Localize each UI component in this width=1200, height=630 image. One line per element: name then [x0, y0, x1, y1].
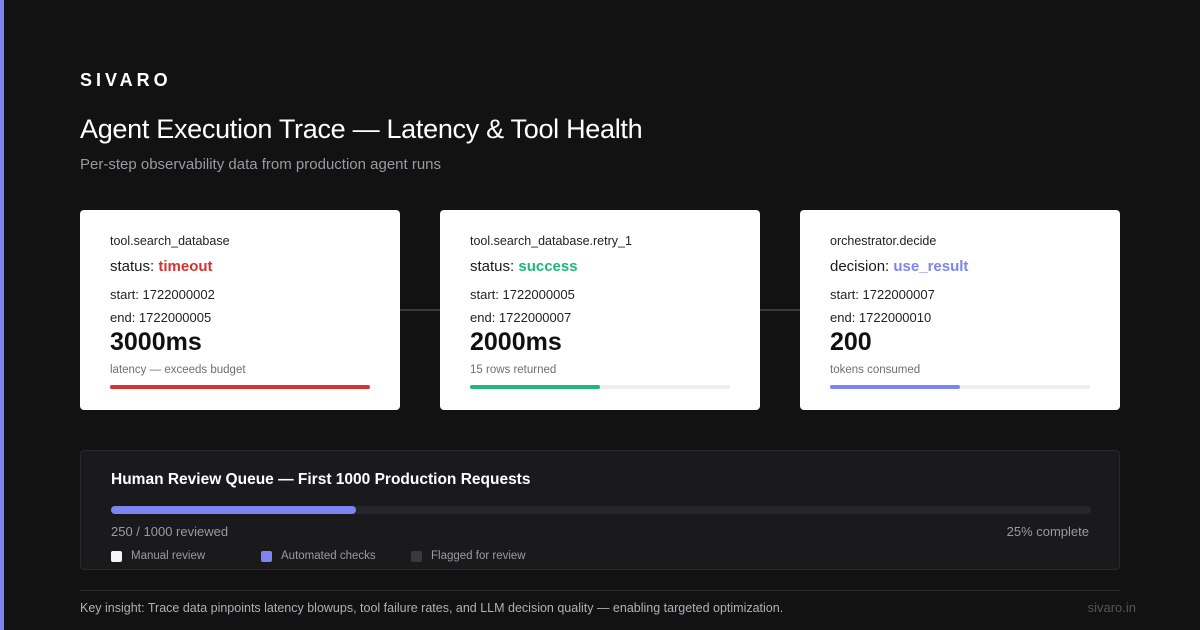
progress-track [110, 385, 370, 389]
step-status: status: success [470, 258, 578, 275]
status-value: timeout [158, 258, 213, 275]
trace-card-search-database-retry: tool.search_database.retry_1 status: suc… [440, 210, 760, 410]
status-label: status: [110, 258, 155, 275]
progress-fill [830, 385, 960, 389]
connector-line [400, 309, 440, 311]
connector-line [760, 309, 800, 311]
start-timestamp: start: 1722000005 [470, 287, 575, 302]
step-name: orchestrator.decide [830, 234, 937, 248]
legend-swatch [111, 550, 122, 562]
metric-caption: tokens consumed [830, 364, 921, 376]
review-queue-panel: Human Review Queue — First 1000 Producti… [80, 450, 1120, 570]
end-timestamp: end: 1722000005 [110, 310, 212, 325]
trace-card-search-database: tool.search_database status: timeout sta… [80, 210, 400, 410]
queue-progress-fill [111, 506, 356, 514]
queue-progress-track [111, 506, 1091, 514]
key-insight: Key insight: Trace data pinpoints latenc… [80, 601, 784, 615]
end-timestamp: end: 1722000007 [470, 310, 572, 325]
accent-bar [0, 0, 4, 630]
metric-caption: 15 rows returned [470, 364, 557, 376]
progress-track [830, 385, 1090, 389]
start-timestamp: start: 1722000002 [110, 287, 215, 302]
queue-percent: 25% complete [1006, 524, 1089, 539]
page-title: Agent Execution Trace — Latency & Tool H… [80, 114, 643, 144]
metric-value: 200 [830, 328, 872, 356]
metric-value: 2000ms [470, 328, 562, 356]
step-status: status: timeout [110, 258, 213, 275]
progress-fill [470, 385, 600, 389]
legend-item-flagged: Flagged for review [411, 550, 526, 562]
page-subtitle: Per-step observability data from product… [80, 156, 442, 173]
step-name: tool.search_database.retry_1 [470, 234, 632, 248]
metric-value: 3000ms [110, 328, 202, 356]
legend-swatch [261, 550, 272, 562]
trace-card-orchestrator-decide: orchestrator.decide decision: use_result… [800, 210, 1120, 410]
brand-logo: SIVARO [80, 70, 172, 90]
end-timestamp: end: 1722000010 [830, 310, 932, 325]
metric-caption: latency — exceeds budget [110, 364, 246, 376]
queue-title: Human Review Queue — First 1000 Producti… [111, 471, 531, 488]
queue-count: 250 / 1000 reviewed [111, 524, 229, 539]
decision-value: use_result [893, 258, 969, 275]
start-timestamp: start: 1722000007 [830, 287, 935, 302]
step-decision: decision: use_result [830, 258, 968, 275]
progress-fill [110, 385, 370, 389]
legend-label: Automated checks [281, 550, 376, 562]
legend-swatch [411, 550, 422, 562]
site-url: sivaro.in [1087, 600, 1136, 615]
footer-divider [80, 590, 1120, 591]
legend-label: Manual review [131, 550, 206, 562]
decision-label: decision: [830, 258, 890, 275]
legend-item-automated: Automated checks [261, 550, 376, 562]
progress-track [470, 385, 730, 389]
step-name: tool.search_database [110, 234, 230, 248]
legend-label: Flagged for review [431, 550, 526, 562]
status-label: status: [470, 258, 515, 275]
status-value: success [518, 258, 578, 275]
legend-item-manual: Manual review [111, 550, 205, 562]
